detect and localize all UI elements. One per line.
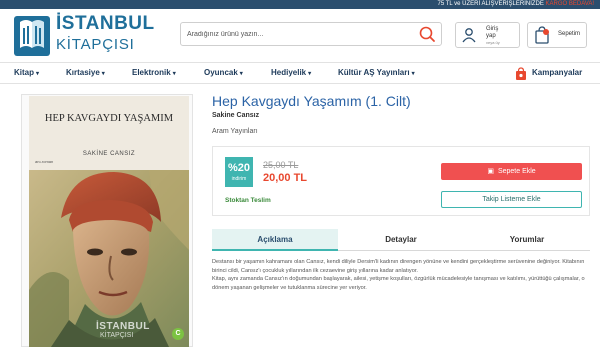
caret-down-icon: ▾ [239,71,243,77]
logo-book-icon [14,16,50,56]
watermark-subtext: KİTAPÇISI [100,332,134,339]
stock-status: Stoktan Teslim [225,197,271,204]
cover-genre-tag: anı-roman [35,159,54,164]
caret-down-icon: ▾ [411,71,415,77]
logo-text-line1: İSTANBUL [56,13,155,34]
search-icon[interactable] [417,25,437,43]
product-description: Destansı bir yaşamın kahramanı olan Cans… [212,258,590,292]
nav-item-label: Oyuncak [204,68,238,77]
main-nav: Kitap ▾ Kırtasiye ▾ Elektronik ▾ Oyuncak ▾ H… [0,62,600,84]
tab-description[interactable]: Açıklama [212,229,338,251]
caret-down-icon: ▾ [36,71,40,77]
product-author-link[interactable]: Sakine Cansız [212,112,259,119]
wishlist-label: Takip Listeme Ekle [482,196,541,203]
search-box [180,22,442,46]
price-box: %20 indirim 25,00 TL 20,00 TL Stoktan Te… [212,146,590,216]
nav-item-label: Elektronik [132,68,171,77]
cart-button[interactable]: Sepetim [527,22,587,48]
tab-reviews[interactable]: Yorumlar [464,229,590,251]
cover-author: SAKİNE CANSIZ [82,151,136,157]
promo-text: 75 TL ve ÜZERİ ALIŞVERİŞLERİNİZDE KARGO … [437,0,594,9]
promo-text-accent: KARGO BEDAVA! [545,1,594,7]
site-logo[interactable]: İSTANBUL KİTAPÇISI [12,12,160,60]
search-input[interactable] [187,23,407,45]
old-price: 25,00 TL [263,160,299,170]
caret-down-icon: ▾ [172,71,176,77]
add-to-wishlist-button[interactable]: Takip Listeme Ekle [441,191,582,208]
nav-item-kultur-as[interactable]: Kültür AŞ Yayınları ▾ [338,68,415,77]
caret-down-icon: ▾ [308,71,312,77]
cover-title: HEP KAVGAYDI YAŞAMIM [44,113,174,124]
nav-item-kitap[interactable]: Kitap ▾ [14,68,39,77]
discount-percent: %20 [227,162,251,174]
product-title: Hep Kavgaydı Yaşamım (1. Cilt) [212,93,411,109]
add-to-cart-label: Sepete Ekle [497,168,536,175]
discount-label: indirim [231,176,247,182]
nav-item-label: Kırtasiye [66,68,100,77]
user-icon [462,28,476,43]
logo-text-line2: KİTAPÇISI [56,36,135,53]
watermark-badge-icon: C [172,328,184,340]
login-label-line3: veya üy [486,40,500,45]
description-paragraph-1: Destansı bir yaşamın kahramanı olan Cans… [212,259,585,274]
bag-icon: ▣ [487,168,494,175]
add-to-cart-button[interactable]: ▣ Sepete Ekle [441,163,582,180]
book-cover[interactable]: HEP KAVGAYDI YAŞAMIM SAKİNE CANSIZ anı-r… [29,96,189,347]
nav-item-kirtasiye[interactable]: Kırtasiye ▾ [66,68,105,77]
description-paragraph-2: Kitap, aynı zamanda Cansız'ın doğumundan… [212,276,585,291]
campaign-bag-icon [516,67,526,80]
campaign-label: Kampanyalar [532,68,583,77]
nav-item-oyuncak[interactable]: Oyuncak ▾ [204,68,243,77]
product-tabs: Açıklama Detaylar Yorumlar [212,229,590,251]
cart-label: Sepetim [558,31,581,37]
caret-down-icon: ▾ [101,71,105,77]
top-promo-bar: 75 TL ve ÜZERİ ALIŞVERİŞLERİNİZDE KARGO … [0,0,600,9]
nav-item-hediyelik[interactable]: Hediyelik ▾ [271,68,311,77]
nav-item-label: Hediyelik [271,68,307,77]
current-price: 20,00 TL [263,172,308,184]
login-label-line1: Giriş [486,26,499,32]
nav-item-label: Kültür AŞ Yayınları [338,68,410,77]
shopping-bag-icon [535,26,549,44]
login-label-line2: yap [486,33,496,39]
discount-badge: %20 indirim [225,157,253,187]
product-publisher-link[interactable]: Aram Yayınları [212,128,258,135]
watermark-text: İSTANBUL [96,321,150,332]
promo-text-main: 75 TL ve ÜZERİ ALIŞVERİŞLERİNİZDE [437,1,544,7]
login-button[interactable]: Giriş yap veya üy [455,22,520,48]
tab-details[interactable]: Detaylar [338,229,464,251]
nav-item-elektronik[interactable]: Elektronik ▾ [132,68,176,77]
nav-item-label: Kitap [14,68,34,77]
